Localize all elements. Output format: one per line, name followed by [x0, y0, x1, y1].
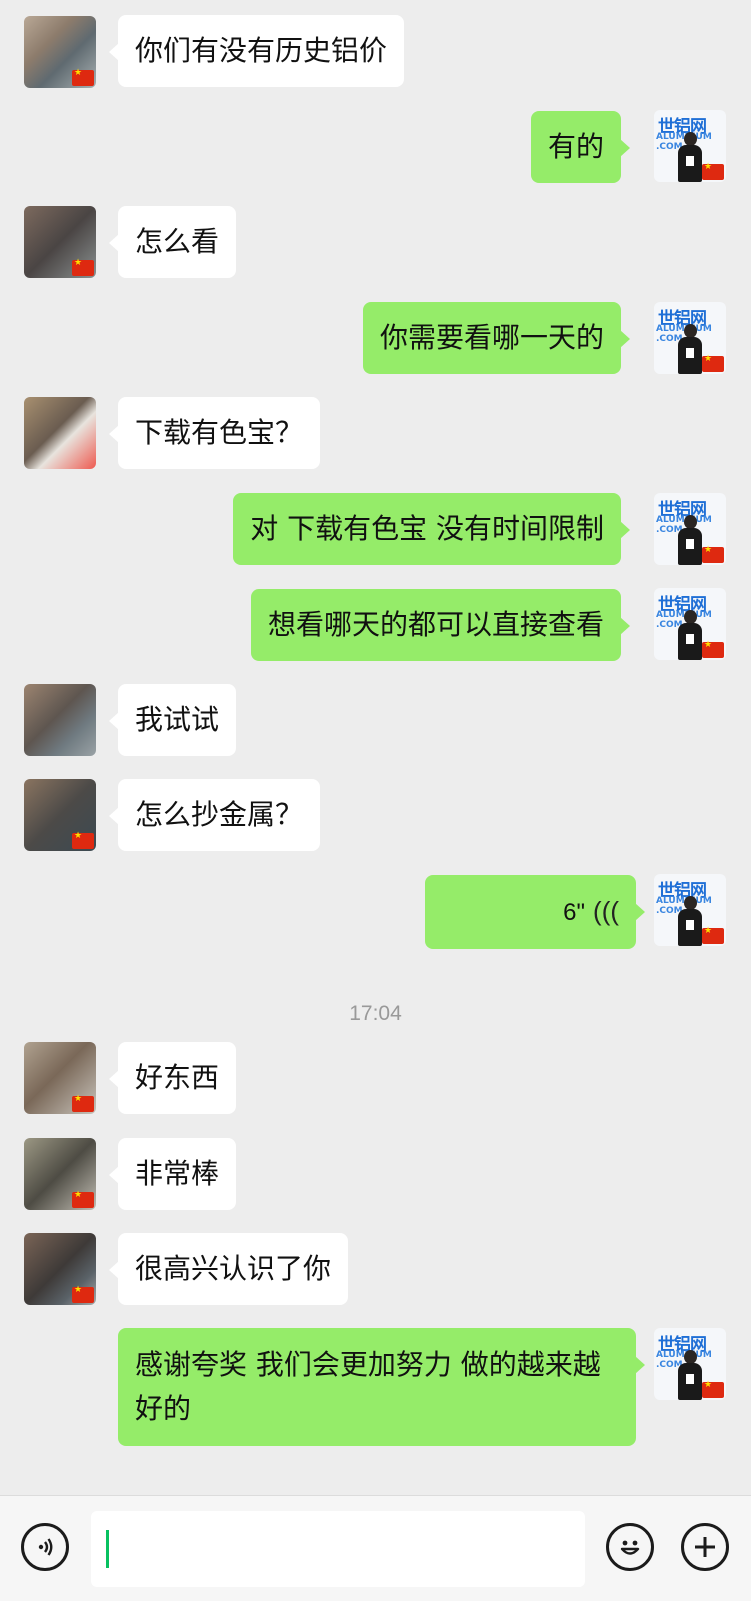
- message-bubble-sent[interactable]: 想看哪天的都可以直接查看: [250, 589, 631, 661]
- china-flag-icon: [702, 545, 724, 563]
- contact-avatar[interactable]: [24, 1233, 96, 1305]
- input-bar: [0, 1495, 751, 1601]
- my-avatar[interactable]: 世铝网 ALUMINUM .COM: [654, 493, 726, 565]
- message-bubble-received[interactable]: 很高兴认识了你: [108, 1233, 349, 1305]
- contact-avatar[interactable]: [24, 684, 96, 756]
- my-avatar[interactable]: 世铝网 ALUMINUM .COM: [654, 110, 726, 182]
- text-caret: [106, 1530, 109, 1568]
- china-flag-icon: [702, 162, 724, 180]
- emoji-icon[interactable]: [606, 1523, 654, 1571]
- china-flag-icon: [72, 1285, 94, 1303]
- message-bubble-received[interactable]: 下载有色宝？: [108, 397, 321, 469]
- china-flag-icon: [72, 68, 94, 86]
- message-bubble-sent[interactable]: 感谢夸奖 我们会更加努力 做的越来越好的: [118, 1328, 645, 1446]
- timestamp: 17:04: [349, 1002, 402, 1025]
- contact-avatar[interactable]: [24, 206, 96, 278]
- message-bubble-received[interactable]: 非常棒: [108, 1138, 237, 1210]
- message-input[interactable]: [91, 1511, 585, 1587]
- chat-area[interactable]: 你们有没有历史铝价 有的 世铝网 ALUMINUM .COM 怎么看 你需要看哪…: [0, 0, 751, 1495]
- my-avatar[interactable]: 世铝网 ALUMINUM .COM: [654, 874, 726, 946]
- message-bubble-received[interactable]: 好东西: [108, 1042, 237, 1114]
- contact-avatar[interactable]: [24, 397, 96, 469]
- china-flag-icon: [702, 926, 724, 944]
- message-bubble-sent[interactable]: 你需要看哪一天的: [362, 302, 631, 374]
- my-avatar[interactable]: 世铝网 ALUMINUM .COM: [654, 302, 726, 374]
- contact-avatar[interactable]: [24, 16, 96, 88]
- china-flag-icon: [702, 1380, 724, 1398]
- voice-wave-icon: ))): [593, 896, 619, 926]
- plus-icon[interactable]: [681, 1523, 729, 1571]
- china-flag-icon: [702, 640, 724, 658]
- voice-duration: 6": [563, 899, 586, 926]
- message-bubble-received[interactable]: 你们有没有历史铝价: [108, 15, 405, 87]
- contact-avatar[interactable]: [24, 1042, 96, 1114]
- message-bubble-sent[interactable]: 对 下载有色宝 没有时间限制: [233, 493, 630, 565]
- voice-icon[interactable]: [21, 1523, 69, 1571]
- message-bubble-received[interactable]: 怎么看: [108, 206, 237, 278]
- china-flag-icon: [72, 831, 94, 849]
- contact-avatar[interactable]: [24, 779, 96, 851]
- message-bubble-sent[interactable]: 有的: [530, 111, 631, 183]
- china-flag-icon: [72, 1190, 94, 1208]
- my-avatar[interactable]: 世铝网 ALUMINUM .COM: [654, 588, 726, 660]
- voice-message-bubble[interactable]: 6"))): [425, 875, 645, 949]
- contact-avatar[interactable]: [24, 1138, 96, 1210]
- message-bubble-received[interactable]: 我试试: [108, 684, 237, 756]
- china-flag-icon: [702, 354, 724, 372]
- china-flag-icon: [72, 258, 94, 276]
- message-bubble-received[interactable]: 怎么抄金属？: [108, 779, 321, 851]
- china-flag-icon: [72, 1094, 94, 1112]
- my-avatar[interactable]: 世铝网 ALUMINUM .COM: [654, 1328, 726, 1400]
